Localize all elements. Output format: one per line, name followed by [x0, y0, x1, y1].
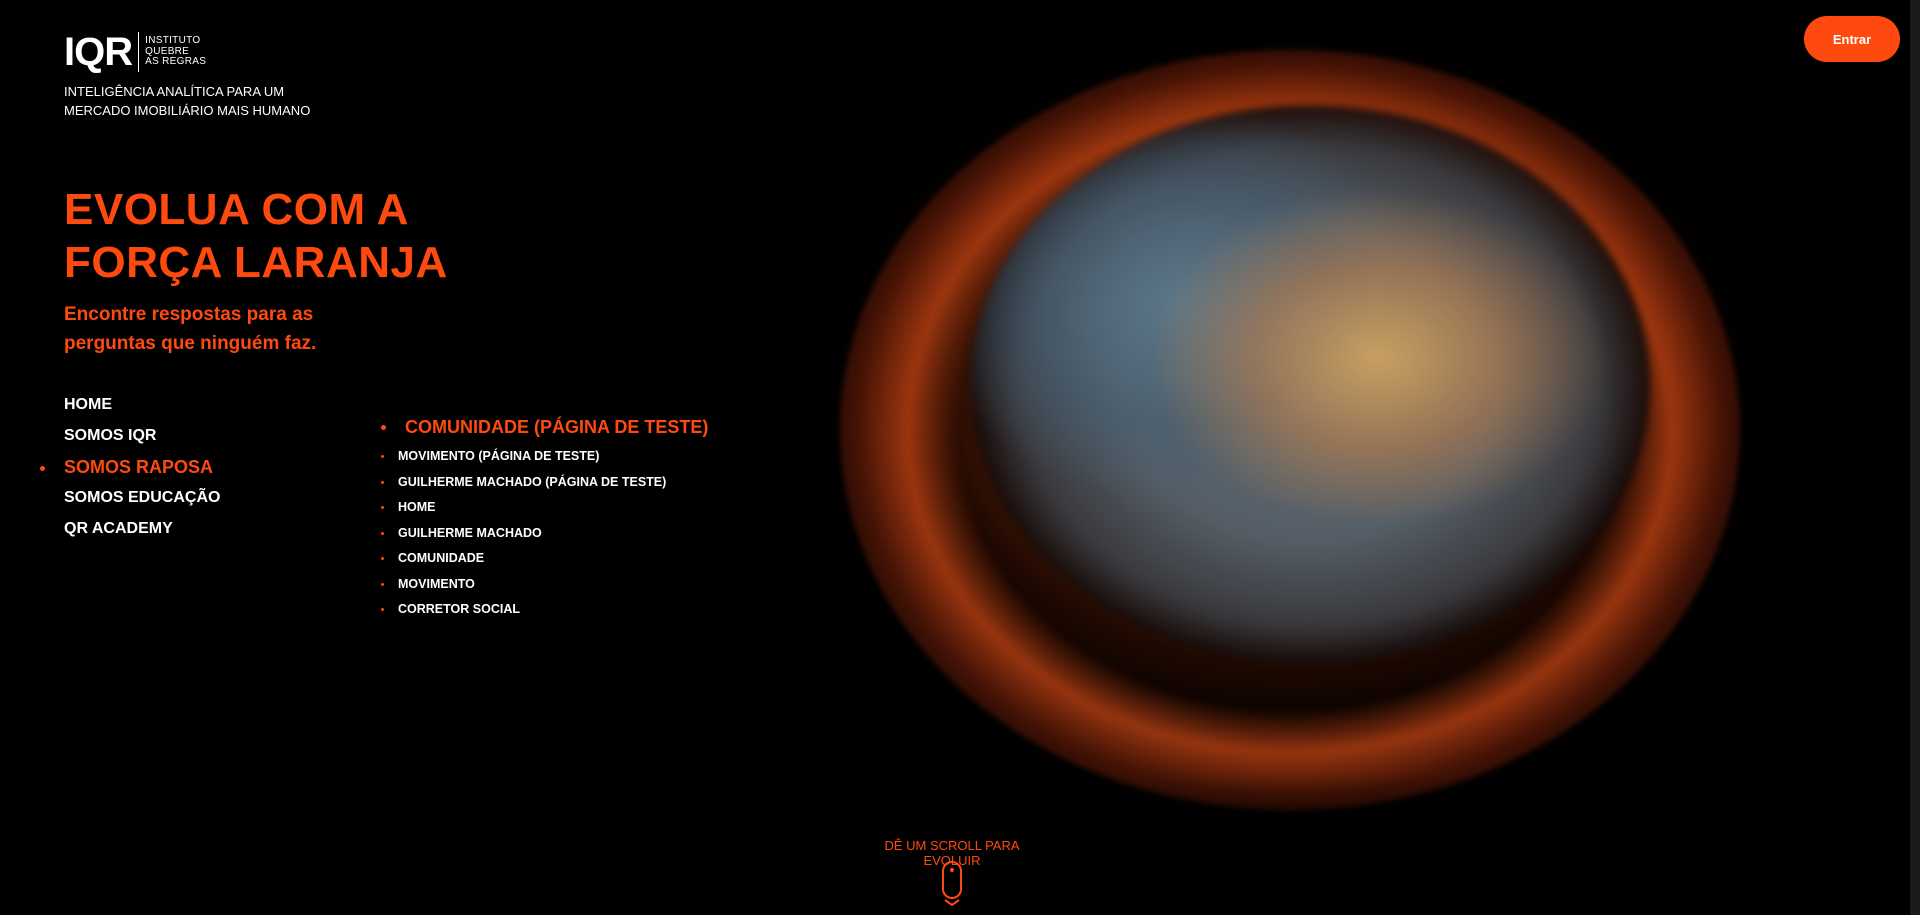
main-nav: HOME SOMOS IQR SOMOS RAPOSA SOMOS EDUCAÇ… — [40, 394, 220, 549]
logo-subtitle: INSTITUTO QUEBRE AS REGRAS — [145, 36, 206, 68]
nav-item-label: QR ACADEMY — [64, 520, 173, 537]
nav-item-somos-iqr[interactable]: SOMOS IQR — [64, 425, 220, 456]
bullet-icon — [381, 608, 384, 611]
hero-background-image — [0, 0, 1920, 915]
subnav-item-label: COMUNIDADE — [398, 551, 485, 565]
mouse-scroll-icon[interactable] — [937, 860, 967, 908]
nav-item-label: SOMOS EDUCAÇÃO — [64, 489, 221, 506]
subnav-item-guilherme-machado-teste[interactable]: GUILHERME MACHADO (PÁGINA DE TESTE) — [380, 473, 708, 499]
subnav-item-movimento-teste[interactable]: MOVIMENTO (PÁGINA DE TESTE) — [380, 447, 708, 473]
subnav-item-movimento[interactable]: MOVIMENTO — [380, 575, 708, 601]
subnav-item-home[interactable]: HOME — [380, 498, 708, 524]
nav-item-label: SOMOS RAPOSA — [64, 457, 214, 477]
scrollbar-track[interactable] — [1910, 0, 1920, 915]
subnav-item-comunidade[interactable]: COMUNIDADE — [380, 549, 708, 575]
nav-item-somos-raposa[interactable]: SOMOS RAPOSA — [40, 456, 220, 487]
brand-tagline: INTELIGÊNCIA ANALÍTICA PARA UM MERCADO I… — [64, 84, 311, 118]
sub-nav: COMUNIDADE (PÁGINA DE TESTE) MOVIMENTO (… — [380, 416, 708, 626]
logo-divider — [138, 32, 140, 72]
enter-button[interactable]: Entrar — [1804, 16, 1900, 62]
bullet-icon — [381, 506, 384, 509]
nav-item-home[interactable]: HOME — [64, 394, 220, 425]
subnav-item-guilherme-machado[interactable]: GUILHERME MACHADO — [380, 524, 708, 550]
bullet-icon — [381, 531, 384, 535]
hero-subtitle: Encontre respostas para as perguntas que… — [64, 304, 317, 354]
nav-item-label: HOME — [64, 396, 112, 413]
logo-sub-line: AS REGRAS — [145, 56, 207, 68]
subnav-item-label: COMUNIDADE (PÁGINA DE TESTE) — [405, 417, 709, 437]
hero-title: EVOLUA COM A FORÇA LARANJA — [64, 185, 448, 287]
subnav-item-corretor-social[interactable]: CORRETOR SOCIAL — [380, 600, 708, 626]
subnav-item-label: HOME — [398, 500, 436, 514]
bullet-icon — [381, 425, 386, 430]
subnav-item-label: GUILHERME MACHADO — [398, 525, 542, 540]
background-sky-portal — [970, 105, 1650, 665]
bullet-icon — [381, 480, 384, 484]
bullet-icon — [381, 455, 384, 458]
subnav-item-label: MOVIMENTO — [398, 576, 475, 591]
subnav-item-label: MOVIMENTO (PÁGINA DE TESTE) — [398, 449, 600, 463]
subnav-item-comunidade-teste[interactable]: COMUNIDADE (PÁGINA DE TESTE) — [380, 416, 708, 447]
iqr-logo[interactable]: IQR INSTITUTO QUEBRE AS REGRAS — [64, 32, 206, 72]
active-bullet-icon — [40, 466, 45, 471]
bullet-icon — [381, 582, 384, 586]
nav-item-qr-academy[interactable]: QR ACADEMY — [64, 518, 220, 549]
subnav-item-label: CORRETOR SOCIAL — [398, 602, 520, 616]
nav-item-somos-educacao[interactable]: SOMOS EDUCAÇÃO — [64, 487, 220, 518]
nav-item-label: SOMOS IQR — [64, 427, 157, 444]
subnav-item-label: GUILHERME MACHADO (PÁGINA DE TESTE) — [398, 474, 667, 489]
bullet-icon — [381, 557, 384, 560]
logo-mark: IQR — [64, 30, 133, 74]
